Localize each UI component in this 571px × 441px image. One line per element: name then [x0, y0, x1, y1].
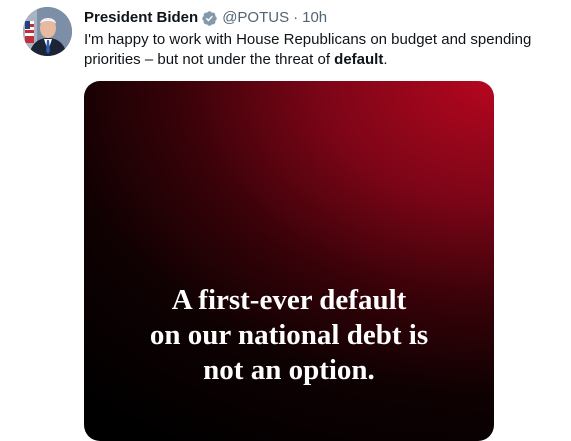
tweet[interactable]: President Biden @POTUS · 10h I'm happy t… [0, 0, 571, 441]
tweet-timestamp[interactable]: 10h [302, 8, 327, 28]
avatar-photo-icon [23, 7, 72, 56]
verified-badge-icon[interactable] [201, 10, 218, 27]
tweet-text-bold: default [334, 51, 384, 68]
author-handle[interactable]: @POTUS [222, 8, 289, 28]
media-caption: A first-ever default on our national deb… [84, 283, 494, 388]
media-caption-line-3: not an option. [203, 354, 375, 386]
media-caption-line-2: on our national debt is [149, 319, 429, 351]
avatar[interactable] [23, 7, 72, 56]
tweet-text-end: . [383, 51, 388, 68]
tweet-text-main: I'm happy to work with House Republicans… [84, 31, 532, 68]
display-name[interactable]: President Biden [84, 8, 198, 28]
media-caption-line-1: A first-ever default [171, 284, 407, 316]
tweet-text: I'm happy to work with House Republicans… [84, 30, 564, 70]
header-separator: · [293, 9, 299, 26]
tweet-media-image[interactable]: A first-ever default on our national deb… [84, 81, 494, 441]
tweet-header: President Biden @POTUS · 10h [84, 8, 327, 28]
